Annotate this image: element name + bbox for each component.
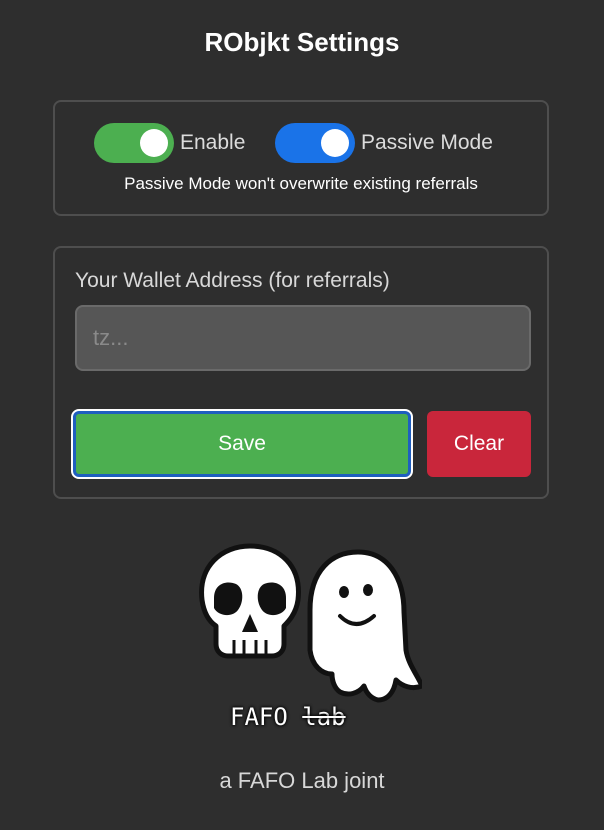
settings-page: RObjkt Settings Enable Passive Mode Pass… (0, 0, 604, 830)
passive-mode-toggle[interactable]: Passive Mode (275, 123, 493, 163)
ghost-icon (307, 549, 422, 703)
page-title: RObjkt Settings (204, 27, 400, 57)
enable-toggle[interactable]: Enable (94, 123, 245, 163)
logo-text-main: FAFO (230, 703, 288, 731)
wallet-address-label: Your Wallet Address (for referrals) (75, 269, 390, 292)
switch-knob (140, 129, 168, 157)
wallet-address-input[interactable] (75, 305, 531, 371)
clear-button[interactable]: Clear (427, 411, 531, 477)
passive-mode-label: Passive Mode (361, 131, 493, 154)
logo-wordmark: FAFO lab (230, 703, 346, 731)
switch-knob (321, 129, 349, 157)
toggles-card: Enable Passive Mode Passive Mode won't o… (53, 100, 549, 216)
enable-switch[interactable] (94, 123, 174, 163)
save-button[interactable]: Save (73, 411, 411, 477)
wallet-card: Your Wallet Address (for referrals) Save… (53, 246, 549, 499)
toggle-row: Enable Passive Mode (55, 123, 547, 163)
skull-icon (199, 543, 301, 659)
passive-mode-switch[interactable] (275, 123, 355, 163)
enable-label: Enable (180, 131, 246, 154)
passive-mode-note: Passive Mode won't overwrite existing re… (124, 174, 478, 193)
footer-text: a FAFO Lab joint (219, 768, 385, 793)
logo-text-lab: lab (302, 703, 346, 731)
